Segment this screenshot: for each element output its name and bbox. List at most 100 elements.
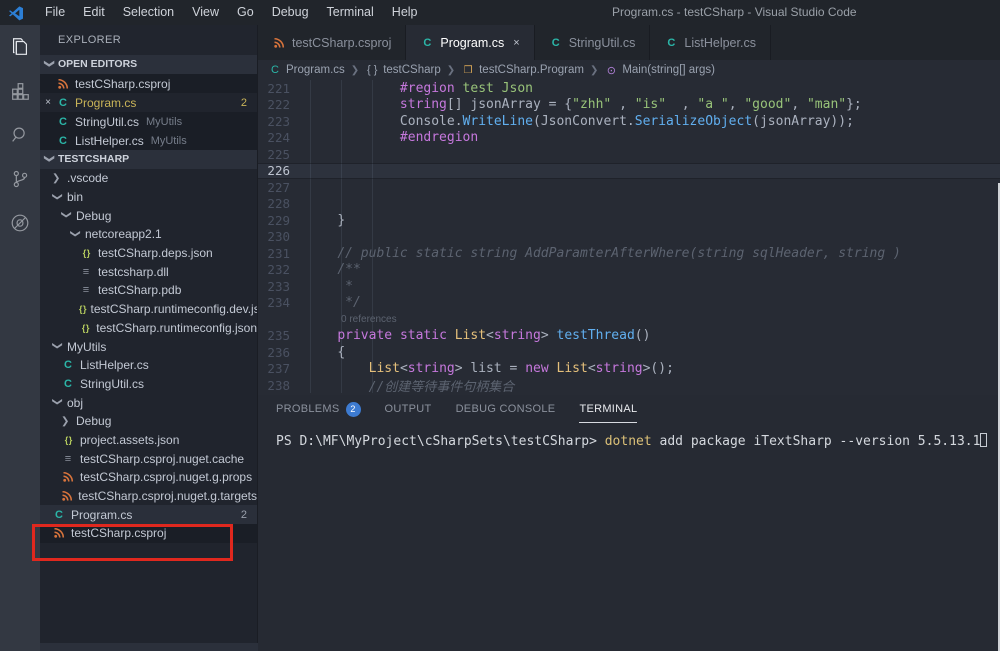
terminal-command: dotnet [605, 434, 652, 449]
token: SerializeObject [635, 114, 752, 129]
tree-item[interactable]: ≡testcsharp.dll [40, 262, 257, 281]
code-line[interactable]: 223 Console.WriteLine(JsonConvert.Serial… [258, 113, 1000, 130]
tree-item[interactable]: { }testCSharp.runtimeconfig.json [40, 319, 257, 338]
panel-tab-debug-console[interactable]: DEBUG CONSOLE [456, 395, 556, 423]
menu-go[interactable]: Go [228, 0, 263, 25]
tab-listhelper.cs[interactable]: CListHelper.cs [650, 25, 771, 60]
menu-selection[interactable]: Selection [114, 0, 183, 25]
token: string [408, 361, 455, 376]
code-line[interactable]: 224 #endregion [258, 130, 1000, 147]
terminal-prompt: PS D:\MF\MyProject\cSharpSets\testCSharp… [276, 434, 605, 449]
tree-item[interactable]: testCSharp.csproj.nuget.g.targets [40, 487, 257, 506]
terminal-line[interactable]: PS D:\MF\MyProject\cSharpSets\testCSharp… [276, 433, 1000, 449]
code-line[interactable]: 236 { [258, 344, 1000, 361]
panel-tab-terminal[interactable]: TERMINAL [579, 395, 637, 423]
tree-item-label: testCSharp.pdb [98, 283, 181, 297]
open-editor-detail: MyUtils [151, 135, 187, 147]
files-icon[interactable] [0, 25, 40, 69]
token: Console. [400, 114, 463, 129]
code-line[interactable]: 226 [258, 163, 1000, 180]
tree-item[interactable]: ≡testCSharp.pdb [40, 281, 257, 300]
breadcrumb-item[interactable]: { }testCSharp [365, 64, 441, 76]
line-number: 226 [258, 163, 306, 178]
breadcrumb-separator: ❯ [351, 65, 359, 76]
breadcrumb-item[interactable]: CProgram.cs [268, 64, 345, 76]
token: "is" [635, 97, 666, 112]
chevron-down-icon: ❯ [52, 342, 63, 352]
token: }; [846, 97, 862, 112]
tree-item[interactable]: { }testCSharp.runtimeconfig.dev.json [40, 300, 257, 319]
code-line[interactable]: 225 [258, 146, 1000, 163]
tab-stringutil.cs[interactable]: CStringUtil.cs [535, 25, 651, 60]
tree-item[interactable]: ❯obj [40, 393, 257, 412]
tree-item[interactable]: ❯Debug [40, 412, 257, 431]
menu-terminal[interactable]: Terminal [318, 0, 383, 25]
tree-item[interactable]: CStringUtil.cs [40, 375, 257, 394]
menu-edit[interactable]: Edit [74, 0, 114, 25]
open-editor-item[interactable]: ×CProgram.cs2 [40, 93, 257, 112]
search-icon[interactable] [0, 113, 40, 157]
open-editor-detail: MyUtils [146, 116, 182, 128]
tab-label: Program.cs [440, 36, 504, 50]
tree-item[interactable]: ❯netcoreapp2.1 [40, 225, 257, 244]
code-text: List<string> list = new List<string>(); [306, 361, 674, 376]
code-line[interactable]: 238 //创建等待事件句柄集合 [258, 377, 1000, 394]
tree-item-label: testCSharp.runtimeconfig.dev.json [91, 302, 257, 316]
code-line[interactable]: 235 private static List<string> testThre… [258, 328, 1000, 345]
tree-item[interactable]: testCSharp.csproj.nuget.g.props [40, 468, 257, 487]
debug-icon[interactable] [0, 201, 40, 245]
menu-bar: FileEditSelectionViewGoDebugTerminalHelp [36, 0, 427, 25]
chevron-down-icon: ❯ [40, 155, 59, 165]
csproj-file-icon [56, 78, 70, 90]
tree-item[interactable]: ❯bin [40, 188, 257, 207]
tree-item[interactable]: ❯Debug [40, 206, 257, 225]
menu-file[interactable]: File [36, 0, 74, 25]
extensions-icon[interactable] [0, 69, 40, 113]
tab-testcsharp.csproj[interactable]: testCSharp.csproj [258, 25, 406, 60]
tree-item-label: Debug [76, 209, 111, 223]
line-number: 234 [258, 295, 306, 310]
code-line[interactable]: 237 List<string> list = new List<string>… [258, 361, 1000, 378]
token: WriteLine [463, 114, 533, 129]
tree-item[interactable]: { }project.assets.json [40, 431, 257, 450]
open-editor-item[interactable]: CStringUtil.csMyUtils [40, 112, 257, 131]
line-number: 235 [258, 328, 306, 343]
menu-help[interactable]: Help [383, 0, 427, 25]
tree-item[interactable]: CProgram.cs2 [40, 505, 257, 524]
open-editor-item[interactable]: CListHelper.csMyUtils [40, 131, 257, 150]
token: < [588, 361, 596, 376]
code-line[interactable]: 232 /** [258, 262, 1000, 279]
panel-tab-problems[interactable]: PROBLEMS2 [276, 395, 361, 423]
code-line[interactable]: 231 // public static string AddParamterA… [258, 245, 1000, 262]
code-line[interactable]: 227 [258, 179, 1000, 196]
line-number: 227 [258, 180, 306, 195]
code-line[interactable]: 221 #region test Json [258, 80, 1000, 97]
open-editor-label: testCSharp.csproj [75, 77, 170, 91]
code-editor[interactable]: 221 #region test Json222 string[] jsonAr… [258, 80, 1000, 395]
tree-item[interactable]: ❯MyUtils [40, 337, 257, 356]
source-control-icon[interactable] [0, 157, 40, 201]
code-line[interactable]: 222 string[] jsonArray = {"zhh" , "is" ,… [258, 97, 1000, 114]
code-line[interactable]: 228 [258, 196, 1000, 213]
panel-tab-output[interactable]: OUTPUT [385, 395, 432, 423]
tab-program.cs[interactable]: CProgram.cs× [406, 25, 534, 60]
project-section-header[interactable]: ❯ TESTCSHARP [40, 150, 257, 169]
tree-item-label: testCSharp.runtimeconfig.json [96, 321, 257, 335]
menu-view[interactable]: View [183, 0, 228, 25]
breadcrumb-item[interactable]: ❒testCSharp.Program [461, 64, 584, 76]
token: { [337, 345, 345, 360]
tree-item[interactable]: ≡testCSharp.csproj.nuget.cache [40, 449, 257, 468]
code-line[interactable]: 234 */ [258, 295, 1000, 312]
tree-item[interactable]: ❯.vscode [40, 169, 257, 188]
menu-debug[interactable]: Debug [263, 0, 318, 25]
code-line[interactable]: 230 [258, 229, 1000, 246]
open-editor-item[interactable]: testCSharp.csproj [40, 74, 257, 93]
tree-item[interactable]: CListHelper.cs [40, 356, 257, 375]
breadcrumb-item[interactable]: ⊙Main(string[] args) [604, 64, 715, 77]
code-line[interactable]: 229 } [258, 212, 1000, 229]
code-line[interactable]: 233 * [258, 278, 1000, 295]
open-editors-header[interactable]: ❯ OPEN EDITORS [40, 55, 257, 74]
token: "zhh" [572, 97, 611, 112]
tree-item[interactable]: { }testCSharp.deps.json [40, 244, 257, 263]
line-number: 223 [258, 114, 306, 129]
